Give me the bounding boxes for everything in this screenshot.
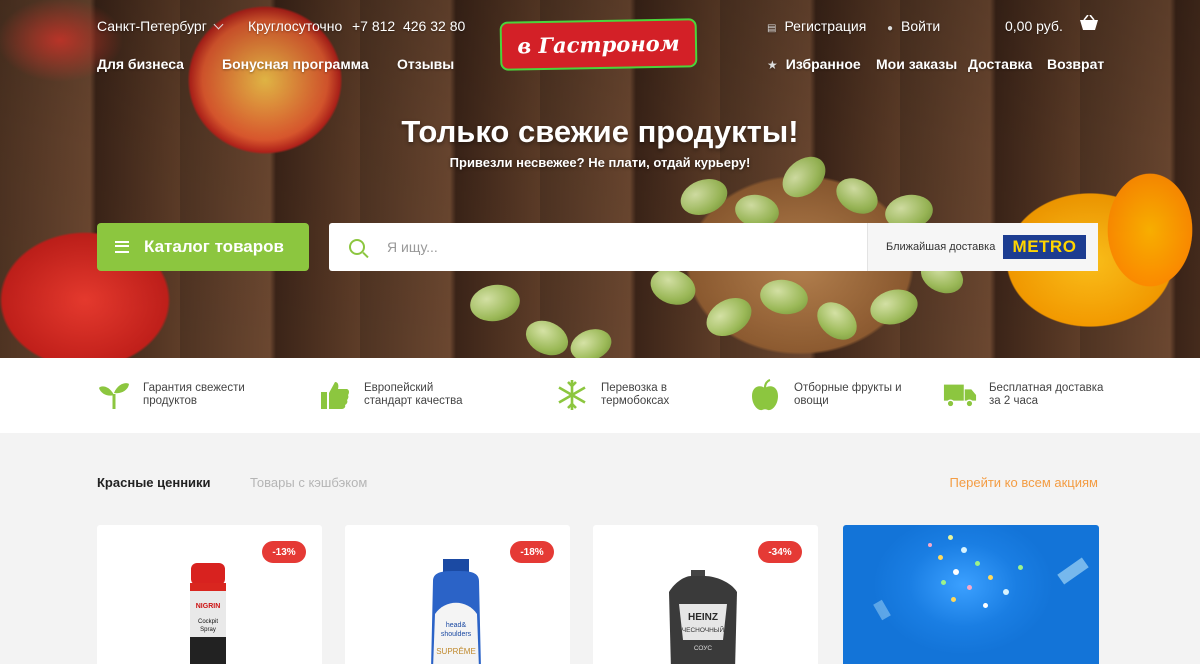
basket-icon[interactable] xyxy=(1079,15,1099,31)
feature-text: Европейский стандарт качества xyxy=(364,382,463,407)
confetti-decoration xyxy=(953,569,959,575)
hero-subtitle: Привезли несвежее? Не плати, отдай курье… xyxy=(449,155,751,170)
menu-icon xyxy=(115,241,129,253)
logo-text: в Гастроном xyxy=(517,30,680,59)
search-input[interactable] xyxy=(387,239,857,255)
svg-text:ЧЕСНОЧНЫЙ: ЧЕСНОЧНЫЙ xyxy=(682,625,725,634)
nearest-delivery-label: Ближайшая доставка xyxy=(886,241,996,253)
confetti-decoration xyxy=(1018,565,1023,570)
metro-logo-text: METRO xyxy=(1012,237,1077,256)
site-logo[interactable]: в Гастроном xyxy=(499,18,698,71)
feature-delivery: Бесплатная доставка за 2 часа xyxy=(943,378,1109,412)
user-icon: ● xyxy=(887,23,894,34)
confetti-decoration xyxy=(1003,589,1009,595)
nav-favorites[interactable]: ★ Избранное xyxy=(767,56,861,72)
confetti-decoration xyxy=(951,597,956,602)
confetti-decoration xyxy=(988,575,993,580)
product-image: head& shoulders SUPRÊME xyxy=(431,559,481,664)
star-icon: ★ xyxy=(767,58,778,72)
discount-badge: -34% xyxy=(758,541,802,563)
nearest-delivery[interactable]: Ближайшая доставка METRO xyxy=(867,223,1098,271)
nav-business[interactable]: Для бизнеса xyxy=(97,56,184,72)
svg-text:Spray: Spray xyxy=(200,627,216,633)
hero-title: Только свежие продукты! xyxy=(401,114,799,149)
search-icon[interactable] xyxy=(349,239,365,255)
svg-text:Cockpit: Cockpit xyxy=(198,619,218,625)
catalog-button-label: Каталог товаров xyxy=(144,237,284,256)
apple-icon xyxy=(748,378,782,412)
nav-orders[interactable]: Мои заказы xyxy=(876,56,957,72)
nav-delivery[interactable]: Доставка xyxy=(968,56,1032,72)
svg-text:head&: head& xyxy=(446,622,467,629)
register-link[interactable]: ▤ Регистрация xyxy=(767,18,866,34)
chevron-down-icon xyxy=(213,19,224,30)
thumbs-up-icon xyxy=(318,378,352,412)
svg-text:СОУС: СОУС xyxy=(694,645,713,652)
nav-bonus[interactable]: Бонусная программа xyxy=(222,56,369,72)
svg-text:NIGRIN: NIGRIN xyxy=(196,603,221,610)
feature-text: Перевозка в термобоксах xyxy=(601,382,670,407)
truck-icon xyxy=(943,378,977,412)
confetti-decoration xyxy=(1057,557,1089,585)
feature-freshness: Гарантия свежести продуктов xyxy=(97,378,263,412)
register-icon: ▤ xyxy=(767,23,777,34)
city-label: Санкт-Петербург xyxy=(97,18,207,34)
feature-produce: Отборные фрукты и овощи xyxy=(748,378,914,412)
confetti-decoration xyxy=(983,603,988,608)
tab-red-prices[interactable]: Красные ценники xyxy=(97,475,211,490)
favorites-label: Избранное xyxy=(785,56,861,72)
login-label: Войти xyxy=(901,18,941,34)
feature-quality: Европейский стандарт качества xyxy=(318,378,484,412)
confetti-decoration xyxy=(961,547,967,553)
cart-total[interactable]: 0,00 руб. xyxy=(1005,18,1063,34)
hours-label: Круглосуточно xyxy=(248,18,343,34)
sprout-icon xyxy=(97,378,131,412)
product-image: HEINZ ЧЕСНОЧНЫЙ СОУС xyxy=(669,570,737,664)
feature-text: Гарантия свежести продуктов xyxy=(143,382,245,407)
confetti-decoration xyxy=(928,543,932,547)
snowflake-icon xyxy=(555,378,589,412)
feature-thermobox: Перевозка в термобоксах xyxy=(555,378,721,412)
tab-cashback[interactable]: Товары с кэшбэком xyxy=(250,475,367,490)
city-selector[interactable]: Санкт-Петербург xyxy=(97,18,224,34)
discount-badge: -13% xyxy=(262,541,306,563)
product-image: NIGRIN Cockpit Spray xyxy=(190,563,226,664)
login-link[interactable]: ● Войти xyxy=(887,18,940,34)
product-card[interactable]: -18% head& shoulders SUPRÊME xyxy=(345,525,570,664)
confetti-decoration xyxy=(975,561,980,566)
metro-logo: METRO xyxy=(1003,235,1086,259)
confetti-decoration xyxy=(938,555,943,560)
confetti-decoration xyxy=(948,535,953,540)
svg-text:HEINZ: HEINZ xyxy=(688,612,718,623)
phone-link[interactable]: +7 812 426 32 80 xyxy=(352,18,465,34)
promo-banner[interactable] xyxy=(843,525,1099,664)
svg-text:SUPRÊME: SUPRÊME xyxy=(436,647,476,656)
all-promos-link[interactable]: Перейти ко всем акциям xyxy=(950,475,1098,490)
confetti-decoration xyxy=(873,599,891,621)
features-strip: Гарантия свежести продуктов Европейский … xyxy=(0,358,1200,433)
product-card[interactable]: -34% HEINZ ЧЕСНОЧНЫЙ СОУС xyxy=(593,525,818,664)
hero-banner: Санкт-Петербург Круглосуточно +7 812 426… xyxy=(0,0,1200,358)
svg-text:shoulders: shoulders xyxy=(441,631,472,638)
confetti-decoration xyxy=(967,585,972,590)
product-card[interactable]: -13% NIGRIN Cockpit Spray xyxy=(97,525,322,664)
nav-reviews[interactable]: Отзывы xyxy=(397,56,454,72)
confetti-decoration xyxy=(941,580,946,585)
feature-text: Отборные фрукты и овощи xyxy=(794,382,902,407)
nav-returns[interactable]: Возврат xyxy=(1047,56,1104,72)
feature-text: Бесплатная доставка за 2 часа xyxy=(989,382,1104,407)
search-bar: Ближайшая доставка METRO xyxy=(329,223,1098,271)
register-label: Регистрация xyxy=(784,18,867,34)
discount-badge: -18% xyxy=(510,541,554,563)
catalog-button[interactable]: Каталог товаров xyxy=(97,223,309,271)
